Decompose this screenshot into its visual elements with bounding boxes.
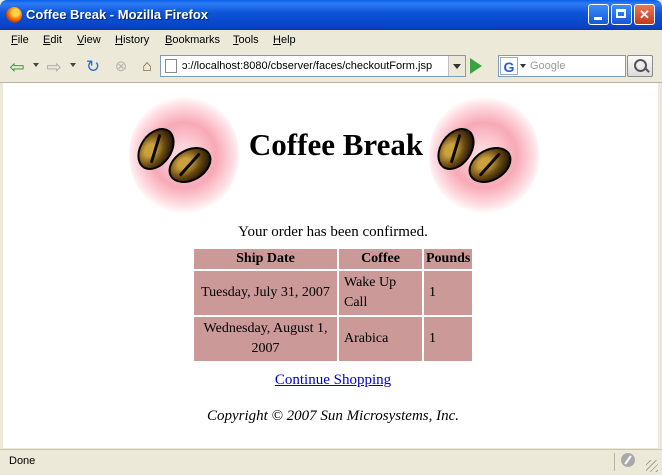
window-title: Coffee Break - Mozilla Firefox: [26, 7, 209, 22]
search-input[interactable]: Google: [530, 60, 565, 72]
status-text: Done: [9, 455, 36, 467]
go-icon[interactable]: [470, 58, 482, 74]
coffee-cell: Wake Up Call: [339, 271, 422, 315]
close-button[interactable]: ✕: [634, 4, 655, 25]
search-button[interactable]: [627, 55, 653, 77]
column-header: Coffee: [339, 249, 422, 269]
table-row: Wednesday, August 1, 2007 Arabica 1: [194, 317, 473, 361]
coffee-break-banner: Coffee Break: [129, 93, 539, 219]
url-bar[interactable]: ɔ://localhost:8080/cbserver/faces/checko…: [160, 55, 466, 77]
minimize-icon: [594, 17, 602, 20]
column-header: Pounds: [424, 249, 473, 269]
title-bar[interactable]: Coffee Break - Mozilla Firefox ✕: [0, 0, 662, 30]
stop-icon[interactable]: ⊗: [112, 58, 130, 76]
close-icon: ✕: [639, 7, 650, 22]
reload-icon[interactable]: ↻: [84, 58, 102, 76]
back-history-dropdown[interactable]: [33, 63, 39, 67]
column-header: Ship Date: [194, 249, 337, 269]
continue-shopping-link[interactable]: Continue Shopping: [275, 372, 391, 388]
menu-bar: File Edit View History Bookmarks Tools H…: [0, 30, 662, 80]
resize-grip-icon[interactable]: [646, 460, 658, 472]
maximize-icon: [616, 9, 626, 18]
continue-link-row: Continue Shopping: [3, 372, 662, 389]
maximize-button[interactable]: [611, 4, 632, 25]
page-favicon-icon: [165, 59, 177, 73]
forward-icon[interactable]: ⇨: [45, 58, 63, 76]
menu-file[interactable]: File: [11, 34, 29, 46]
forward-history-dropdown[interactable]: [70, 63, 76, 67]
pounds-cell: 1: [424, 317, 473, 361]
menu-edit[interactable]: Edit: [43, 34, 62, 46]
menu-tools[interactable]: Tools: [233, 34, 259, 46]
ship-date-cell: Tuesday, July 31, 2007: [194, 271, 337, 315]
pounds-cell: 1: [424, 271, 473, 315]
order-table: Ship Date Coffee Pounds Tuesday, July 31…: [192, 247, 474, 363]
menu-view[interactable]: View: [77, 34, 101, 46]
search-bar[interactable]: G Google: [498, 55, 626, 77]
menu-history[interactable]: History: [115, 34, 149, 46]
url-history-dropdown[interactable]: [448, 56, 465, 76]
page-title: Coffee Break: [248, 127, 424, 162]
copyright-notice: Copyright © 2007 Sun Microsystems, Inc.: [206, 408, 460, 424]
coffee-cell: Arabica: [339, 317, 422, 361]
url-text[interactable]: ɔ://localhost:8080/cbserver/faces/checko…: [182, 60, 432, 72]
browser-window: Coffee Break - Mozilla Firefox ✕ File Ed…: [0, 0, 662, 475]
minimize-button[interactable]: [588, 4, 609, 25]
home-icon[interactable]: ⌂: [138, 58, 156, 76]
confirmation-message: Your order has been confirmed.: [238, 224, 428, 240]
firefox-icon: [6, 7, 22, 23]
table-row: Tuesday, July 31, 2007 Wake Up Call 1: [194, 271, 473, 315]
search-engine-icon[interactable]: G: [500, 57, 518, 75]
page-content: Coffee Break Your order has been confirm…: [3, 83, 658, 448]
table-header-row: Ship Date Coffee Pounds: [194, 249, 473, 269]
back-icon[interactable]: ⇦: [8, 58, 26, 76]
menu-help[interactable]: Help: [273, 34, 296, 46]
status-divider: [614, 453, 615, 471]
status-bar: Done: [0, 449, 662, 475]
menu-bookmarks[interactable]: Bookmarks: [165, 34, 220, 46]
ship-date-cell: Wednesday, August 1, 2007: [194, 317, 337, 361]
search-engine-dropdown[interactable]: [520, 64, 526, 68]
connection-status-icon: [621, 453, 635, 467]
